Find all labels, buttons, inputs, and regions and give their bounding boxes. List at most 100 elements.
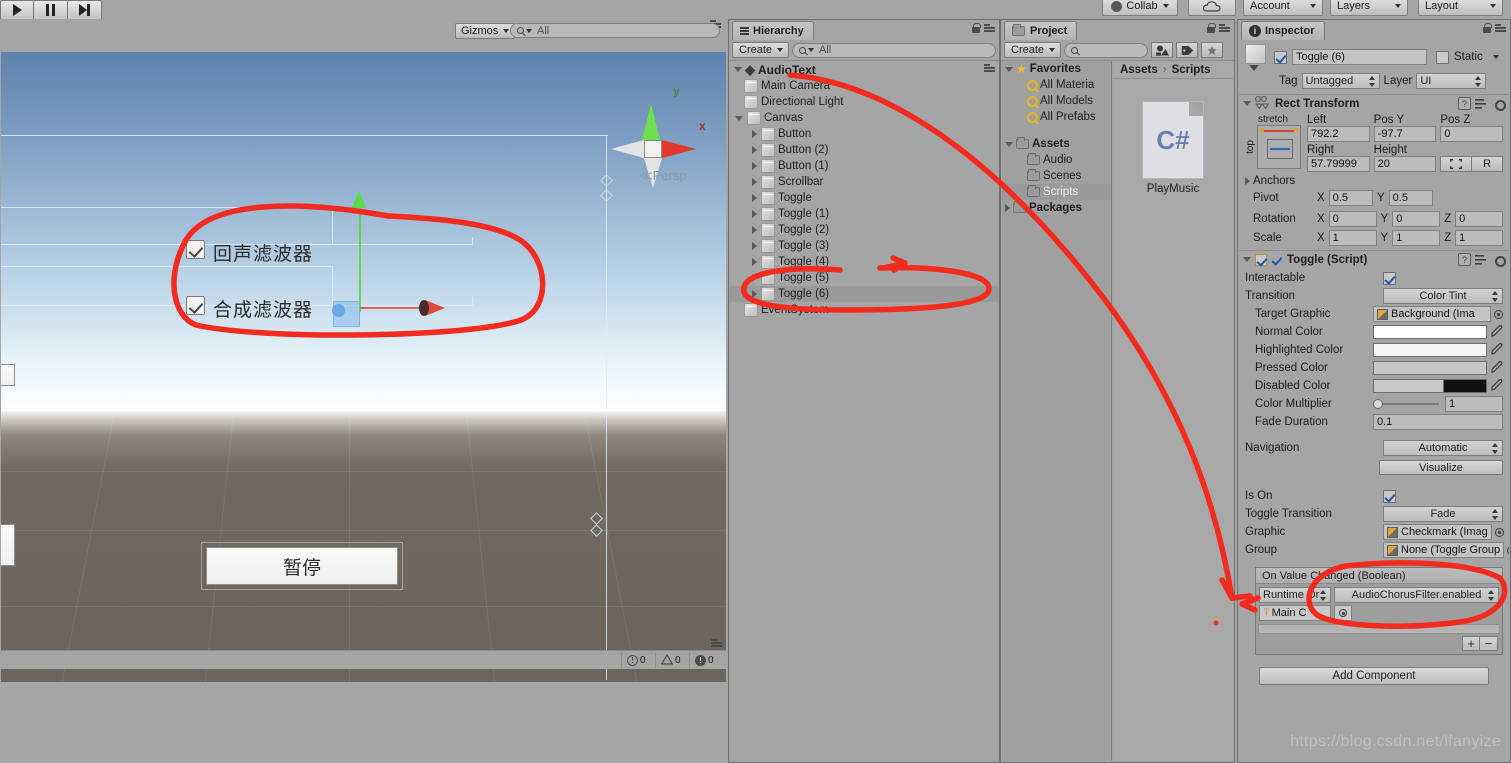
chevron-down-icon[interactable] [1005,66,1013,72]
chevron-down-icon[interactable] [735,115,743,121]
anchor-preset-widget[interactable]: stretch top [1245,114,1301,172]
project-search-input[interactable] [1064,42,1149,58]
hierarchy-item-toggle-5[interactable]: Toggle (5) [729,270,999,286]
raw-edit-button[interactable]: R [1472,156,1504,172]
property-checkbox[interactable] [1383,489,1396,503]
hierarchy-item-toggle[interactable]: Toggle [729,190,999,206]
help-icon[interactable]: ? [1458,97,1471,110]
tab-hierarchy[interactable]: Hierarchy [732,21,814,40]
component-enabled-checkbox[interactable] [1255,253,1267,266]
hierarchy-item-canvas[interactable]: Canvas [729,110,999,126]
hamburger-icon[interactable] [984,24,995,32]
hierarchy-create-button[interactable]: Create [732,42,790,58]
eyedropper-icon[interactable] [1491,342,1503,358]
hierarchy-item-main-camera[interactable]: Main Camera [729,78,999,94]
object-field-wrap[interactable]: Background (Ima [1373,306,1503,322]
property-checkbox[interactable] [1383,271,1396,285]
hierarchy-search-input[interactable]: All [792,42,996,58]
object-enabled-checkbox[interactable] [1274,50,1287,64]
anchor-preset-box[interactable] [1257,125,1301,169]
color-field[interactable] [1373,360,1503,376]
field-height[interactable]: 20 [1373,156,1437,172]
gizmo-axis-y[interactable] [359,202,361,312]
statusbar-menu[interactable] [711,639,722,647]
slider-value-field[interactable]: 1 [1445,396,1503,412]
property-dropdown[interactable]: Fade [1383,506,1503,522]
hierarchy-item-toggle-2[interactable]: Toggle (2) [729,222,999,238]
chevron-right-icon[interactable] [752,258,757,266]
color-swatch[interactable] [1373,343,1487,357]
scene-partial-widget-1[interactable] [1,364,15,386]
event-method-dropdown[interactable]: AudioChorusFilter.enabled [1334,587,1499,603]
event-remove-button[interactable]: − [1480,636,1498,651]
pivot-x-field[interactable]: 0.5 [1328,190,1373,206]
object-picker-icon[interactable] [1494,309,1503,319]
project-tree-item-assets[interactable]: Assets [1002,136,1111,152]
play-button[interactable] [0,0,34,20]
pivot-y-field[interactable]: 0.5 [1388,190,1433,206]
gear-icon[interactable] [1492,253,1506,267]
blueprint-mode-button[interactable] [1440,156,1473,172]
hierarchy-item-button-2[interactable]: Button (2) [729,142,999,158]
chevron-right-icon[interactable] [1005,204,1010,212]
console-info-count[interactable]: ! 0 [621,653,651,668]
tab-inspector[interactable]: i Inspector [1241,21,1325,40]
chevron-right-icon[interactable] [752,146,757,154]
gizmo-arrow-y[interactable] [352,190,366,208]
scene-canvas[interactable]: 回声滤波器 合成滤波器 暂停 x y ≪Persp [1,52,726,682]
component-header-rect-transform[interactable]: Rect Transform ? [1239,94,1509,112]
lock-icon[interactable] [1207,23,1216,33]
color-swatch[interactable] [1373,379,1487,393]
color-field[interactable] [1373,324,1503,340]
account-button[interactable]: Account [1243,0,1323,16]
chevron-right-icon[interactable] [752,210,757,218]
breadcrumb-scripts[interactable]: Scripts [1172,64,1211,76]
field-left[interactable]: 792.2 [1307,126,1370,142]
object-picker-icon[interactable] [1507,545,1509,555]
hierarchy-item-toggle-6[interactable]: Toggle (6) [729,286,999,302]
chevron-down-icon[interactable] [1492,55,1499,59]
event-add-button[interactable]: + [1462,636,1480,651]
tab-project[interactable]: Project [1004,21,1078,40]
project-tree-item-all-models[interactable]: All Models [1002,93,1111,109]
scene-checkbox-chorus[interactable] [186,296,205,315]
scale-z-field[interactable]: 1 [1455,230,1503,246]
breadcrumb-assets[interactable]: Assets [1120,64,1158,76]
scene-partial-widget-2[interactable] [1,524,15,566]
object-field[interactable]: None (Toggle Group [1383,542,1505,558]
visualize-button[interactable]: Visualize [1379,460,1503,475]
layers-button[interactable]: Layers [1330,0,1408,16]
hamburger-icon[interactable] [1495,24,1506,32]
scene-checkbox-echo[interactable] [186,240,205,259]
hierarchy-item-directional-light[interactable]: Directional Light [729,94,999,110]
filter-label-icon[interactable] [1176,42,1199,58]
scale-y-field[interactable]: 1 [1392,230,1441,246]
preset-icon[interactable] [1475,253,1488,266]
object-name-input[interactable]: Toggle (6) [1292,49,1427,65]
chevron-down-icon[interactable] [734,67,742,72]
project-tree-item-packages[interactable]: Packages [1002,200,1111,216]
add-component-button[interactable]: Add Component [1259,667,1489,685]
hierarchy-item-button[interactable]: Button [729,126,999,142]
field-pos-z[interactable]: 0 [1440,126,1504,142]
object-picker-icon[interactable] [1494,527,1504,537]
layout-button[interactable]: Layout [1418,0,1503,16]
scene-view[interactable]: Gizmos All 回声滤波器 合成滤波器 暂停 x y ≪Persp ! 0… [0,19,727,682]
cloud-button[interactable] [1188,0,1236,16]
asset-item-playmusic[interactable]: C# PlayMusic [1113,101,1233,195]
hierarchy-item-toggle-3[interactable]: Toggle (3) [729,238,999,254]
project-tools[interactable] [1207,23,1230,33]
color-swatch[interactable] [1373,361,1487,375]
chevron-down-icon[interactable] [1005,141,1013,147]
project-tree-item-scripts[interactable]: Scripts [1002,184,1111,200]
gizmo-cone-x[interactable] [662,140,696,158]
inspector-tools[interactable] [1483,23,1506,33]
chevron-right-icon[interactable] [752,242,757,250]
scene-search-input[interactable]: All [510,23,720,38]
scene-context-menu[interactable] [984,64,995,72]
slider-handle[interactable] [1373,399,1383,409]
rotation-y-field[interactable]: 0 [1392,211,1441,227]
filter-type-icon[interactable] [1151,42,1174,58]
field-pos-y[interactable]: -97.7 [1373,126,1437,142]
project-create-button[interactable]: Create [1004,42,1062,58]
